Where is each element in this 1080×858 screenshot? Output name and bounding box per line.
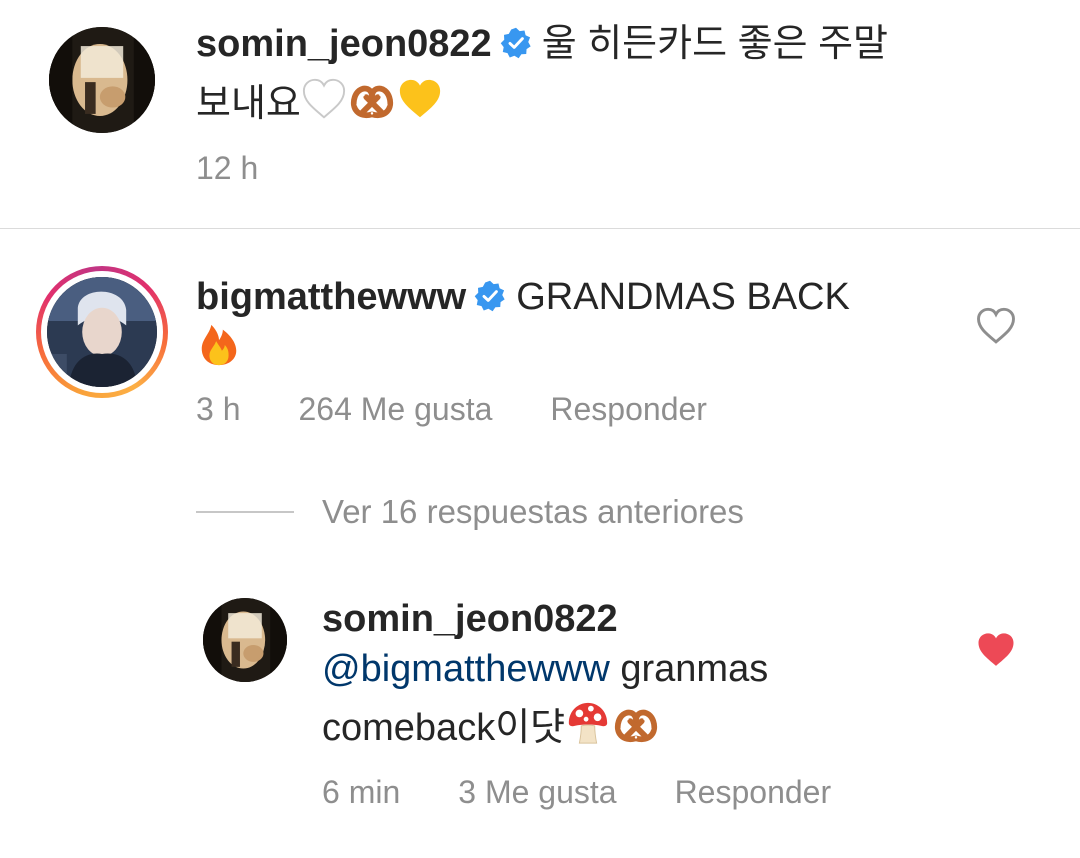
avatar[interactable] [203,598,287,682]
yellow-heart-emoji [397,76,443,122]
reply-meta: 6 min 3 Me gusta Responder [322,774,889,811]
heart-filled-icon[interactable] [976,630,1016,670]
comment-text: 울 히든카드 좋은 주말 [541,23,889,65]
likes-count[interactable]: 3 Me gusta [458,774,616,811]
comment-text: GRANDMAS BACK [516,276,850,318]
timestamp: 6 min [322,774,401,810]
avatar[interactable] [49,27,155,133]
likes-count[interactable]: 264 Me gusta [298,391,492,428]
username[interactable]: bigmatthewww [196,276,466,318]
comment-meta: 12 h [196,150,316,187]
reply-line-1: @bigmatthewww granmas [322,640,768,698]
reply-line-2: comeback이댯 [322,699,661,757]
view-previous-replies[interactable]: Ver 16 respuestas anteriores [196,492,744,532]
replies-dash [196,511,294,513]
fire-emoji [196,321,242,367]
comment-line-2: 보내요 [196,75,445,133]
avatar-photo [203,598,287,682]
comment-text-continued: 보내요 [196,83,301,125]
username[interactable]: somin_jeon0822 [196,23,492,65]
reply-text: granmas [620,648,769,690]
verified-badge-icon [474,280,506,312]
comment-meta: 3 h 264 Me gusta Responder [196,391,765,428]
mushroom-emoji [565,700,611,746]
comment-line-1: bigmatthewww GRANDMAS BACK [196,268,850,326]
timestamp: 3 h [196,391,241,427]
avatar-photo [49,27,155,133]
mention-link[interactable]: @bigmatthewww [322,648,610,690]
divider [0,228,1080,229]
avatar[interactable] [47,277,157,387]
reply-text-continued: comeback이댯 [322,707,566,749]
pretzel-emoji [349,76,395,122]
verified-badge-icon [500,27,532,59]
heart-outline-icon[interactable] [976,306,1016,346]
timestamp: 12 h [196,150,259,186]
avatar-photo [47,277,157,387]
reply-button[interactable]: Responder [550,391,707,428]
username[interactable]: somin_jeon0822 [322,598,618,640]
pretzel-emoji [613,700,659,746]
white-heart-emoji [301,76,347,122]
comment-line-2 [196,320,244,378]
view-replies-label[interactable]: Ver 16 respuestas anteriores [322,493,744,531]
reply-button[interactable]: Responder [675,774,832,811]
comment-line-1: somin_jeon0822 울 히든카드 좋은 주말 [196,15,888,73]
